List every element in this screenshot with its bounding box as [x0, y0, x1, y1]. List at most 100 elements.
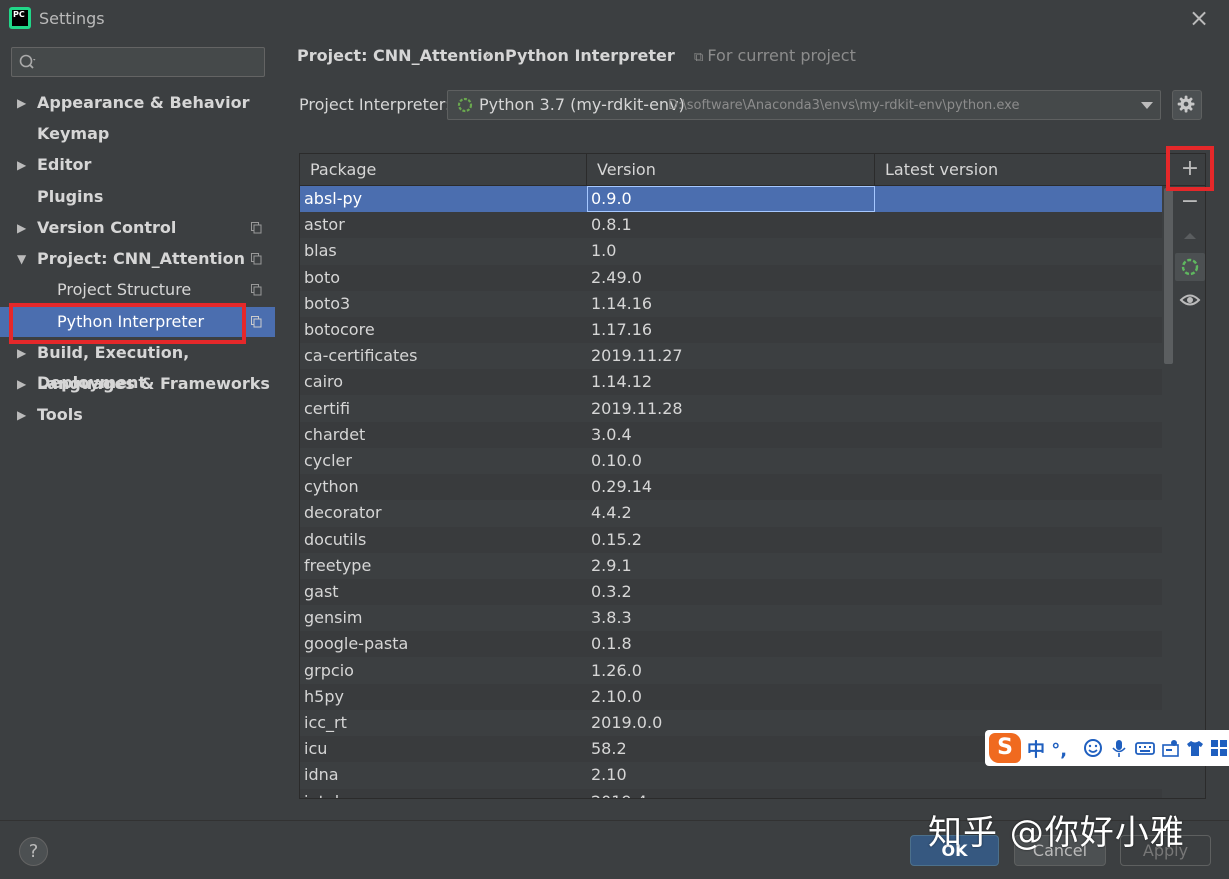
sidebar-item-project[interactable]: ▼ Project: CNN_Attention [0, 244, 275, 274]
package-version: 1.17.16 [591, 320, 653, 339]
breadcrumb-project[interactable]: Project: CNN_Attention [297, 46, 505, 65]
emoji-icon[interactable] [1083, 738, 1103, 758]
column-header-version[interactable]: Version [587, 154, 875, 186]
table-row[interactable]: ca-certificates 2019.11.27 [300, 343, 1162, 370]
package-version: 0.1.8 [591, 634, 632, 654]
package-name: docutils [304, 529, 367, 549]
grid-menu-icon[interactable] [1209, 738, 1229, 758]
column-header-latest[interactable]: Latest version [875, 154, 1205, 186]
package-version: 0.3.2 [591, 582, 632, 601]
settings-search-input[interactable] [11, 47, 265, 77]
package-name: cairo [304, 372, 344, 392]
package-version: 1.14.16 [591, 293, 653, 313]
table-row[interactable]: absl-py 0.9.0 [300, 186, 1162, 212]
expand-arrow-icon: ▶ [17, 408, 27, 422]
column-header-package[interactable]: Package [300, 154, 587, 186]
sogou-logo-icon[interactable]: S [989, 733, 1021, 763]
expand-arrow-icon: ▶ [17, 158, 27, 172]
table-row[interactable]: cycler 0.10.0 [300, 448, 1162, 474]
sidebar-item-editor[interactable]: ▶ Editor [0, 150, 275, 180]
breadcrumb-page: Python Interpreter [505, 46, 675, 65]
package-name: botocore [304, 320, 375, 339]
package-version: 0.15.2 [591, 529, 642, 549]
loading-spinner-icon [1181, 258, 1199, 276]
project-scope-icon [251, 222, 262, 234]
package-version: 3.0.4 [591, 424, 632, 444]
project-scope-icon [251, 284, 262, 296]
collapse-arrow-icon: ▼ [17, 252, 27, 266]
close-icon[interactable]: × [1186, 6, 1212, 30]
package-name: chardet [304, 424, 366, 444]
package-name: gensim [304, 608, 363, 628]
pycharm-logo-icon: PC [9, 7, 31, 29]
title-bar: PC Settings × [0, 0, 1229, 36]
scroll-thumb[interactable] [1164, 188, 1173, 364]
table-row[interactable]: cairo 1.14.12 [300, 369, 1162, 396]
keyboard-icon[interactable] [1135, 738, 1155, 758]
table-row[interactable]: cython 0.29.14 [300, 474, 1162, 501]
package-name: ca-certificates [304, 346, 418, 366]
interpreter-select[interactable]: Python 3.7 (my-rdkit-env) D:\software\An… [447, 90, 1161, 120]
package-version: 2019.0.0 [591, 713, 663, 732]
table-row[interactable]: gast 0.3.2 [300, 579, 1162, 605]
table-row[interactable]: h5py 2.10.0 [300, 683, 1162, 710]
project-scope-icon: ⧉ [694, 50, 708, 65]
python-env-icon [457, 97, 473, 113]
table-row[interactable]: botocore 1.17.16 [300, 317, 1162, 343]
table-row[interactable]: docutils 0.15.2 [300, 526, 1162, 553]
watermark-text: 知乎 @你好小雅 [928, 813, 1185, 853]
table-row[interactable]: intel 2019.4 [300, 788, 1162, 798]
sidebar-item-appearance[interactable]: ▶ Appearance & Behavior [0, 88, 275, 118]
package-version: 0.29.14 [591, 477, 653, 497]
table-row[interactable]: astor 0.8.1 [300, 212, 1162, 239]
sidebar-item-project-structure[interactable]: Project Structure [0, 275, 275, 305]
sidebar-item-version-control[interactable]: ▶ Version Control [0, 213, 275, 243]
package-name: absl-py [304, 189, 363, 208]
table-row[interactable]: google-pasta 0.1.8 [300, 631, 1162, 658]
show-early-releases-button[interactable] [1175, 286, 1205, 314]
highlight-box-interpreter [9, 303, 246, 344]
package-name: certifi [304, 398, 351, 418]
package-name: blas [304, 241, 337, 261]
breadcrumb-separator: › [485, 44, 492, 63]
expand-arrow-icon: ▶ [17, 96, 27, 110]
table-row[interactable]: boto 2.49.0 [300, 264, 1162, 291]
settings-window: PC Settings × ▶ Appearance & Behavior Ke… [0, 0, 1229, 879]
package-name: boto3 [304, 293, 351, 313]
table-body: absl-py 0.9.0 astor 0.8.1 blas 1.0 boto 2.49.0 b… [300, 186, 1162, 798]
package-version: 2019.11.27 [591, 346, 683, 366]
ime-mode-label[interactable]: 中 °, [1027, 736, 1067, 762]
sidebar-item-languages[interactable]: ▶ Languages & Frameworks [0, 369, 275, 399]
package-name: astor [304, 215, 345, 235]
table-row[interactable]: grpcio 1.26.0 [300, 657, 1162, 684]
help-button[interactable]: ? [19, 837, 48, 866]
table-row[interactable]: blas 1.0 [300, 238, 1162, 265]
package-version: 0.10.0 [591, 451, 642, 470]
table-row[interactable]: gensim 3.8.3 [300, 605, 1162, 632]
package-version: 4.4.2 [591, 503, 632, 523]
upgrade-package-button[interactable] [1175, 222, 1205, 250]
package-version: 2.10 [591, 765, 627, 785]
table-row[interactable]: decorator 4.4.2 [300, 500, 1162, 527]
remove-package-button[interactable]: − [1175, 188, 1205, 216]
sidebar-item-plugins[interactable]: Plugins [0, 182, 275, 212]
refresh-button[interactable] [1175, 253, 1205, 281]
table-row[interactable]: freetype 2.9.1 [300, 552, 1162, 579]
table-row[interactable]: idna 2.10 [300, 762, 1162, 789]
microphone-icon[interactable] [1109, 738, 1129, 758]
skin-shirt-icon[interactable] [1185, 738, 1205, 758]
package-name: intel [304, 792, 339, 798]
package-version: 2019.4 [591, 792, 647, 798]
package-version: 3.8.3 [591, 608, 632, 628]
interpreter-settings-button[interactable] [1172, 90, 1202, 120]
table-row[interactable]: chardet 3.0.4 [300, 421, 1162, 448]
sidebar-item-keymap[interactable]: Keymap [0, 119, 275, 149]
table-row[interactable]: boto3 1.14.16 [300, 290, 1162, 317]
sidebar-item-tools[interactable]: ▶ Tools [0, 400, 275, 430]
package-name: cython [304, 477, 359, 497]
table-row[interactable]: certifi 2019.11.28 [300, 395, 1162, 422]
package-name: icc_rt [304, 713, 347, 732]
package-name: h5py [304, 686, 344, 706]
user-card-icon[interactable] [1161, 738, 1181, 758]
package-name: idna [304, 765, 339, 785]
